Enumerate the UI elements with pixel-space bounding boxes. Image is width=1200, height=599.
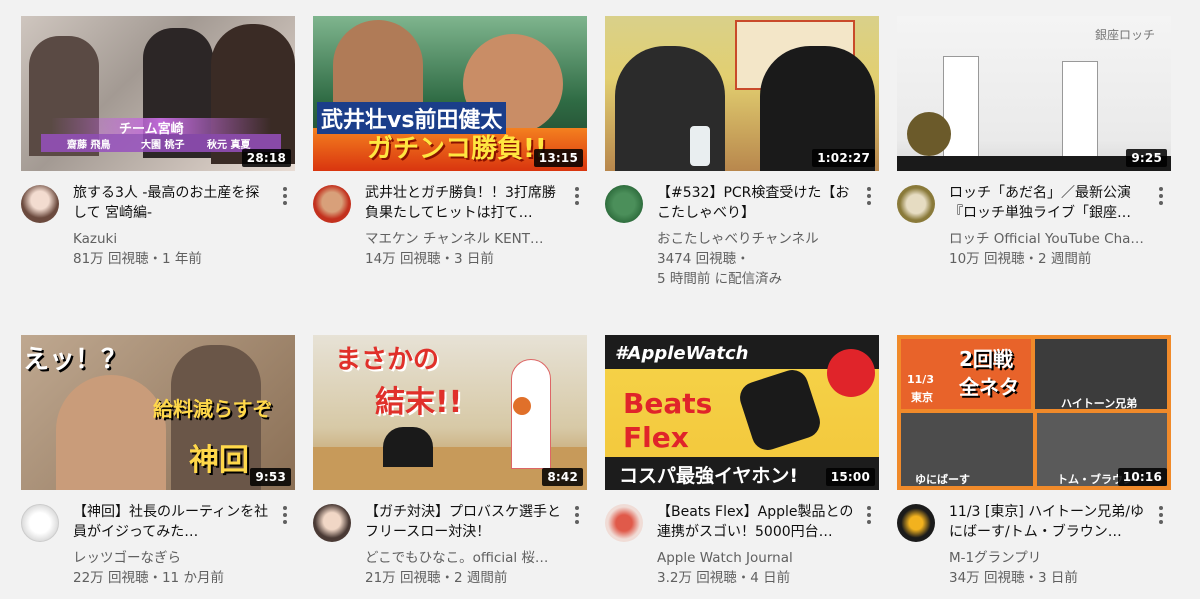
thumb-caption: ハイトーン兄弟	[1061, 397, 1138, 410]
video-stats: 14万 回視聴・3 日前	[365, 251, 494, 267]
thumb-caption: チーム宮崎	[119, 122, 184, 137]
channel-name[interactable]: Apple Watch Journal	[657, 549, 857, 567]
video-stats: 10万 回視聴・2 週間前	[949, 251, 1092, 267]
thumb-caption: 大園 桃子	[141, 140, 185, 151]
video-card[interactable]: 武井壮vs前田健太 ガチンコ勝負!! 13:15 武井壮とガチ勝負！！3打席勝負…	[313, 16, 591, 293]
channel-avatar[interactable]	[313, 185, 351, 223]
video-stats: 34万 回視聴・3 日前	[949, 570, 1078, 586]
live-badge-text: 5 時間前 に配信済み	[657, 271, 783, 287]
kebab-menu-icon[interactable]	[277, 185, 293, 207]
channel-name[interactable]: M-1グランプリ	[949, 549, 1149, 567]
channel-avatar[interactable]	[313, 504, 351, 542]
video-card[interactable]: えッ！？ 給料減らすぞ 神回 9:53 【神回】社長のルーティンを社員がイジって…	[21, 335, 299, 599]
channel-name[interactable]: Kazuki	[73, 230, 273, 248]
kebab-menu-icon[interactable]	[861, 504, 877, 526]
video-duration: 15:00	[825, 468, 875, 486]
channel-name[interactable]: どこでもひなこ。official 桜…	[365, 549, 565, 567]
video-stats: 21万 回視聴・2 週間前	[365, 570, 508, 586]
channel-avatar[interactable]	[605, 185, 643, 223]
video-duration: 10:16	[1117, 468, 1167, 486]
channel-avatar[interactable]	[21, 504, 59, 542]
channel-name[interactable]: おこたしゃべりチャンネル	[657, 230, 857, 248]
channel-avatar[interactable]	[605, 504, 643, 542]
video-card[interactable]: チーム宮崎 齋藤 飛鳥 大園 桃子 秋元 真夏 28:18 旅する3人 -最高の…	[21, 16, 299, 293]
channel-avatar[interactable]	[897, 504, 935, 542]
view-count: 3474 回視聴・	[657, 251, 750, 267]
kebab-menu-icon[interactable]	[569, 504, 585, 526]
channel-avatar[interactable]	[21, 185, 59, 223]
video-duration: 9:53	[250, 468, 291, 486]
kebab-menu-icon[interactable]	[277, 504, 293, 526]
thumb-caption: #AppleWatch	[615, 343, 749, 364]
video-thumbnail[interactable]: チーム宮崎 齋藤 飛鳥 大園 桃子 秋元 真夏 28:18	[21, 16, 295, 171]
video-thumbnail[interactable]: まさかの 結末!! 8:42	[313, 335, 587, 490]
video-duration: 28:18	[241, 149, 291, 167]
video-title[interactable]: 【#532】PCR検査受けた【おこたしゃべり】	[657, 183, 857, 223]
thumb-caption: 銀座ロッチ	[1095, 28, 1156, 42]
video-card[interactable]: 2回戦 全ネタ 11/3 東京 ハイトーン兄弟 ゆにばーす トム・ブラウン 10…	[897, 335, 1175, 599]
thumb-caption: 11/3	[907, 373, 934, 386]
video-title[interactable]: ロッチ「あだ名」／最新公演『ロッチ単独ライブ「銀座…	[949, 183, 1149, 223]
video-stats: 3474 回視聴・ 5 時間前 に配信済み	[657, 249, 867, 289]
kebab-menu-icon[interactable]	[861, 185, 877, 207]
video-card[interactable]: #AppleWatch Beats Flex コスパ最強イヤホン! 15:00 …	[605, 335, 883, 599]
thumb-caption: 結末!!	[375, 385, 463, 420]
video-title[interactable]: 11/3 [東京] ハイトーン兄弟/ゆにばーす/トム・ブラウン…	[949, 502, 1149, 542]
video-duration: 1:02:27	[812, 149, 875, 167]
video-thumbnail[interactable]: #AppleWatch Beats Flex コスパ最強イヤホン! 15:00	[605, 335, 879, 490]
kebab-menu-icon[interactable]	[1153, 185, 1169, 207]
thumb-caption: コスパ最強イヤホン!	[619, 465, 799, 487]
thumb-caption: 全ネタ	[959, 375, 1019, 399]
video-card[interactable]: まさかの 結末!! 8:42 【ガチ対決】プロバスケ選手とフリースロー対決！ ど…	[313, 335, 591, 599]
video-thumbnail[interactable]: 2回戦 全ネタ 11/3 東京 ハイトーン兄弟 ゆにばーす トム・ブラウン 10…	[897, 335, 1171, 490]
video-thumbnail[interactable]: 武井壮vs前田健太 ガチンコ勝負!! 13:15	[313, 16, 587, 171]
thumb-caption: 東京	[911, 391, 933, 404]
thumb-caption: Flex	[623, 421, 689, 454]
thumb-caption: えッ！？	[23, 345, 128, 375]
video-stats: 81万 回視聴・1 年前	[73, 251, 202, 267]
kebab-menu-icon[interactable]	[1153, 504, 1169, 526]
video-duration: 13:15	[533, 149, 583, 167]
thumb-caption: 給料減らすぞ	[153, 397, 273, 421]
video-title[interactable]: 武井壮とガチ勝負！！3打席勝負果たしてヒットは打て…	[365, 183, 565, 223]
video-duration: 9:25	[1126, 149, 1167, 167]
video-stats: 3.2万 回視聴・4 日前	[657, 570, 791, 586]
video-duration: 8:42	[542, 468, 583, 486]
thumb-caption: ゆにばーす	[915, 473, 970, 486]
thumb-caption: 神回	[189, 443, 249, 478]
thumb-caption: 2回戦	[959, 347, 1013, 371]
thumb-caption: まさかの	[335, 345, 440, 375]
thumb-caption: 齋藤 飛鳥	[67, 140, 111, 151]
video-thumbnail[interactable]: 1:02:27	[605, 16, 879, 171]
video-title[interactable]: 【神回】社長のルーティンを社員がイジってみた…	[73, 502, 273, 542]
channel-name[interactable]: ロッチ Official YouTube Cha…	[949, 230, 1149, 248]
video-stats: 22万 回視聴・11 か月前	[73, 570, 224, 586]
thumb-caption: ガチンコ勝負!!	[367, 134, 547, 164]
channel-name[interactable]: マエケン チャンネル KENT…	[365, 230, 565, 248]
video-card[interactable]: 1:02:27 【#532】PCR検査受けた【おこたしゃべり】 おこたしゃべりチ…	[605, 16, 883, 293]
kebab-menu-icon[interactable]	[569, 185, 585, 207]
video-title[interactable]: 旅する3人 -最高のお土産を探して 宮崎編-	[73, 183, 273, 223]
video-thumbnail[interactable]: 銀座ロッチ 9:25	[897, 16, 1171, 171]
channel-avatar[interactable]	[897, 185, 935, 223]
video-title[interactable]: 【ガチ対決】プロバスケ選手とフリースロー対決！	[365, 502, 565, 542]
channel-name[interactable]: レッツゴーなぎら	[73, 549, 273, 567]
video-card[interactable]: 銀座ロッチ 9:25 ロッチ「あだ名」／最新公演『ロッチ単独ライブ「銀座… ロッ…	[897, 16, 1175, 293]
video-thumbnail[interactable]: えッ！？ 給料減らすぞ 神回 9:53	[21, 335, 295, 490]
thumb-caption: Beats	[623, 387, 713, 420]
video-title[interactable]: 【Beats Flex】Apple製品との連携がスゴい！5000円台…	[657, 502, 857, 542]
